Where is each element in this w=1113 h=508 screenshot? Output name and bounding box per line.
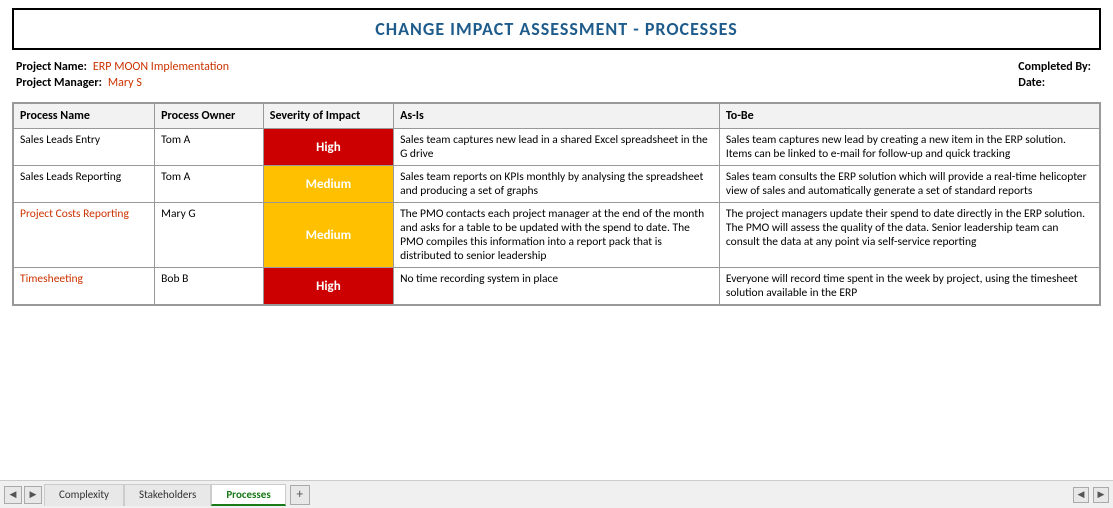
- project-manager-value: Mary S: [108, 76, 142, 90]
- header-process-owner: Process Owner: [155, 104, 264, 129]
- cell-tobe: The project managers update their spend …: [719, 203, 1099, 268]
- cell-tobe: Everyone will record time spent in the w…: [719, 268, 1099, 305]
- cell-asis: The PMO contacts each project manager at…: [394, 203, 720, 268]
- project-manager-row: Project Manager: Mary S: [16, 76, 229, 90]
- header-tobe: To-Be: [719, 104, 1099, 129]
- cell-process-name: Sales Leads Entry: [14, 129, 155, 166]
- tab-complexity[interactable]: Complexity: [44, 484, 124, 506]
- cell-severity: Medium: [263, 203, 393, 268]
- tab-bar: ◀ ▶ ComplexityStakeholdersProcesses + ◀ …: [0, 480, 1113, 508]
- cell-owner: Bob B: [155, 268, 264, 305]
- scroll-left-btn[interactable]: ◀: [1073, 487, 1089, 503]
- page-title: CHANGE IMPACT ASSESSMENT - PROCESSES: [375, 18, 738, 40]
- meta-section: Project Name: ERP MOON Implementation Pr…: [12, 60, 1101, 90]
- header-asis: As-Is: [394, 104, 720, 129]
- date-label: Date:: [1018, 76, 1045, 90]
- cell-asis: Sales team reports on KPIs monthly by an…: [394, 166, 720, 203]
- cell-severity: High: [263, 268, 393, 305]
- table-row: Sales Leads ReportingTom AMediumSales te…: [14, 166, 1100, 203]
- tab-bar-right: ◀ ▶: [1073, 487, 1109, 503]
- assessment-table: Process Name Process Owner Severity of I…: [13, 103, 1100, 305]
- project-manager-label: Project Manager:: [16, 76, 102, 90]
- cell-tobe: Sales team consults the ERP solution whi…: [719, 166, 1099, 203]
- project-name-row: Project Name: ERP MOON Implementation: [16, 60, 229, 74]
- header-process-name: Process Name: [14, 104, 155, 129]
- cell-owner: Tom A: [155, 129, 264, 166]
- cell-tobe: Sales team captures new lead by creating…: [719, 129, 1099, 166]
- cell-severity: Medium: [263, 166, 393, 203]
- header-severity: Severity of Impact: [263, 104, 393, 129]
- cell-owner: Tom A: [155, 166, 264, 203]
- tab-prev-btn[interactable]: ◀: [4, 486, 22, 504]
- meta-left: Project Name: ERP MOON Implementation Pr…: [16, 60, 229, 90]
- tabs-list: ComplexityStakeholdersProcesses: [44, 484, 286, 506]
- table-header-row: Process Name Process Owner Severity of I…: [14, 104, 1100, 129]
- tab-add-btn[interactable]: +: [290, 485, 310, 505]
- cell-process-name: Project Costs Reporting: [14, 203, 155, 268]
- scroll-right-btn[interactable]: ▶: [1093, 487, 1109, 503]
- cell-asis: Sales team captures new lead in a shared…: [394, 129, 720, 166]
- meta-right: Completed By: Date:: [1018, 60, 1097, 90]
- project-name-value: ERP MOON Implementation: [93, 60, 229, 74]
- table-row: TimesheetingBob BHighNo time recording s…: [14, 268, 1100, 305]
- project-name-label: Project Name:: [16, 60, 87, 74]
- cell-process-name: Sales Leads Reporting: [14, 166, 155, 203]
- cell-process-name: Timesheeting: [14, 268, 155, 305]
- completed-by-label: Completed By:: [1018, 60, 1091, 74]
- title-box: CHANGE IMPACT ASSESSMENT - PROCESSES: [12, 8, 1101, 50]
- table-row: Sales Leads EntryTom AHighSales team cap…: [14, 129, 1100, 166]
- tab-stakeholders[interactable]: Stakeholders: [124, 484, 211, 506]
- cell-severity: High: [263, 129, 393, 166]
- table-row: Project Costs ReportingMary GMediumThe P…: [14, 203, 1100, 268]
- cell-owner: Mary G: [155, 203, 264, 268]
- assessment-table-container: Process Name Process Owner Severity of I…: [12, 102, 1101, 306]
- tab-processes[interactable]: Processes: [211, 484, 285, 506]
- main-content: CHANGE IMPACT ASSESSMENT - PROCESSES Pro…: [0, 0, 1113, 480]
- cell-asis: No time recording system in place: [394, 268, 720, 305]
- date-row: Date:: [1018, 76, 1097, 90]
- completed-by-row: Completed By:: [1018, 60, 1097, 74]
- tab-next-btn[interactable]: ▶: [24, 486, 42, 504]
